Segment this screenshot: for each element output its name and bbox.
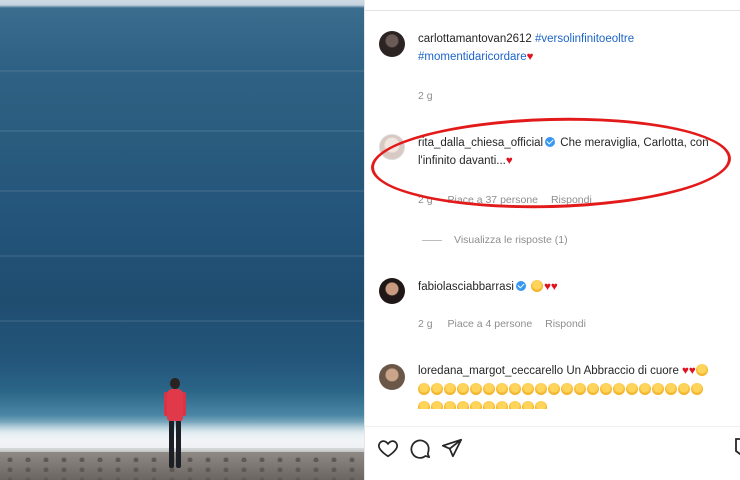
heart-emoji: ♥: [505, 155, 513, 167]
kiss-face-emoji: [531, 280, 544, 292]
view-replies[interactable]: Visualizza le risposte (1): [422, 234, 568, 246]
comment-body: Un Abbraccio di cuore: [566, 365, 679, 377]
comments-panel: carlottamantovan2612 #versolinfinitoeolt…: [364, 0, 740, 480]
action-bar: [365, 426, 740, 466]
heart-emoji: ♥: [550, 281, 558, 293]
paper-plane-icon[interactable]: [441, 437, 463, 459]
reply-link[interactable]: Rispondi: [545, 318, 586, 330]
hashtag-link[interactable]: #momentidaricordare: [418, 51, 527, 63]
caption-username[interactable]: carlottamantovan2612: [418, 33, 532, 45]
avatar[interactable]: [379, 134, 405, 160]
face-emoji: [695, 364, 708, 376]
likes-count[interactable]: Piace a 4 persone: [448, 318, 533, 330]
caption-meta: 2 g: [418, 90, 445, 102]
comment-text: loredana_margot_ceccarello Un Abbraccio …: [418, 362, 730, 380]
emoji-row: [418, 383, 730, 401]
avatar[interactable]: [379, 364, 405, 390]
heart-emoji: ♥: [544, 281, 551, 293]
avatar[interactable]: [379, 31, 405, 57]
view-replies-label: Visualizza le risposte (1): [454, 234, 568, 246]
hashtag-link[interactable]: #versolinfinitoeoltre: [535, 33, 634, 45]
comment-text: rita_dalla_chiesa_official Che meravigli…: [418, 134, 730, 170]
divider: [365, 10, 740, 11]
timestamp[interactable]: 2 g: [418, 194, 433, 206]
likes-count[interactable]: Piace a 37 persone: [448, 194, 538, 206]
comment-username[interactable]: loredana_margot_ceccarello: [418, 365, 563, 377]
post-photo: [0, 0, 364, 480]
heart-emoji: ♥: [688, 365, 696, 377]
comment-meta: 2 g Piace a 4 persone Rispondi: [418, 318, 596, 330]
comment-meta: 2 g Piace a 37 persone Rispondi: [418, 194, 602, 206]
reply-link[interactable]: Rispondi: [551, 194, 592, 206]
emoji-row: [418, 401, 730, 409]
comment-text: fabiolasciabbarrasi ♥♥: [418, 278, 730, 296]
heart-emoji: ♥: [526, 51, 534, 63]
heart-emoji: ♥: [682, 365, 689, 377]
verified-badge-icon: [515, 281, 526, 291]
caption: carlottamantovan2612 #versolinfinitoeolt…: [418, 30, 730, 66]
comment-username[interactable]: fabiolasciabbarrasi: [418, 281, 514, 293]
heart-outline-icon[interactable]: [377, 437, 399, 459]
bookmark-icon[interactable]: [734, 437, 740, 459]
avatar[interactable]: [379, 278, 405, 304]
timestamp[interactable]: 2 g: [418, 318, 433, 330]
verified-badge-icon: [545, 137, 556, 147]
timestamp[interactable]: 2 g: [418, 90, 433, 102]
comment-bubble-icon[interactable]: [409, 437, 431, 459]
comment-username[interactable]: rita_dalla_chiesa_official: [418, 137, 543, 149]
replies-dash: [422, 239, 442, 241]
person-figure: [162, 378, 188, 472]
